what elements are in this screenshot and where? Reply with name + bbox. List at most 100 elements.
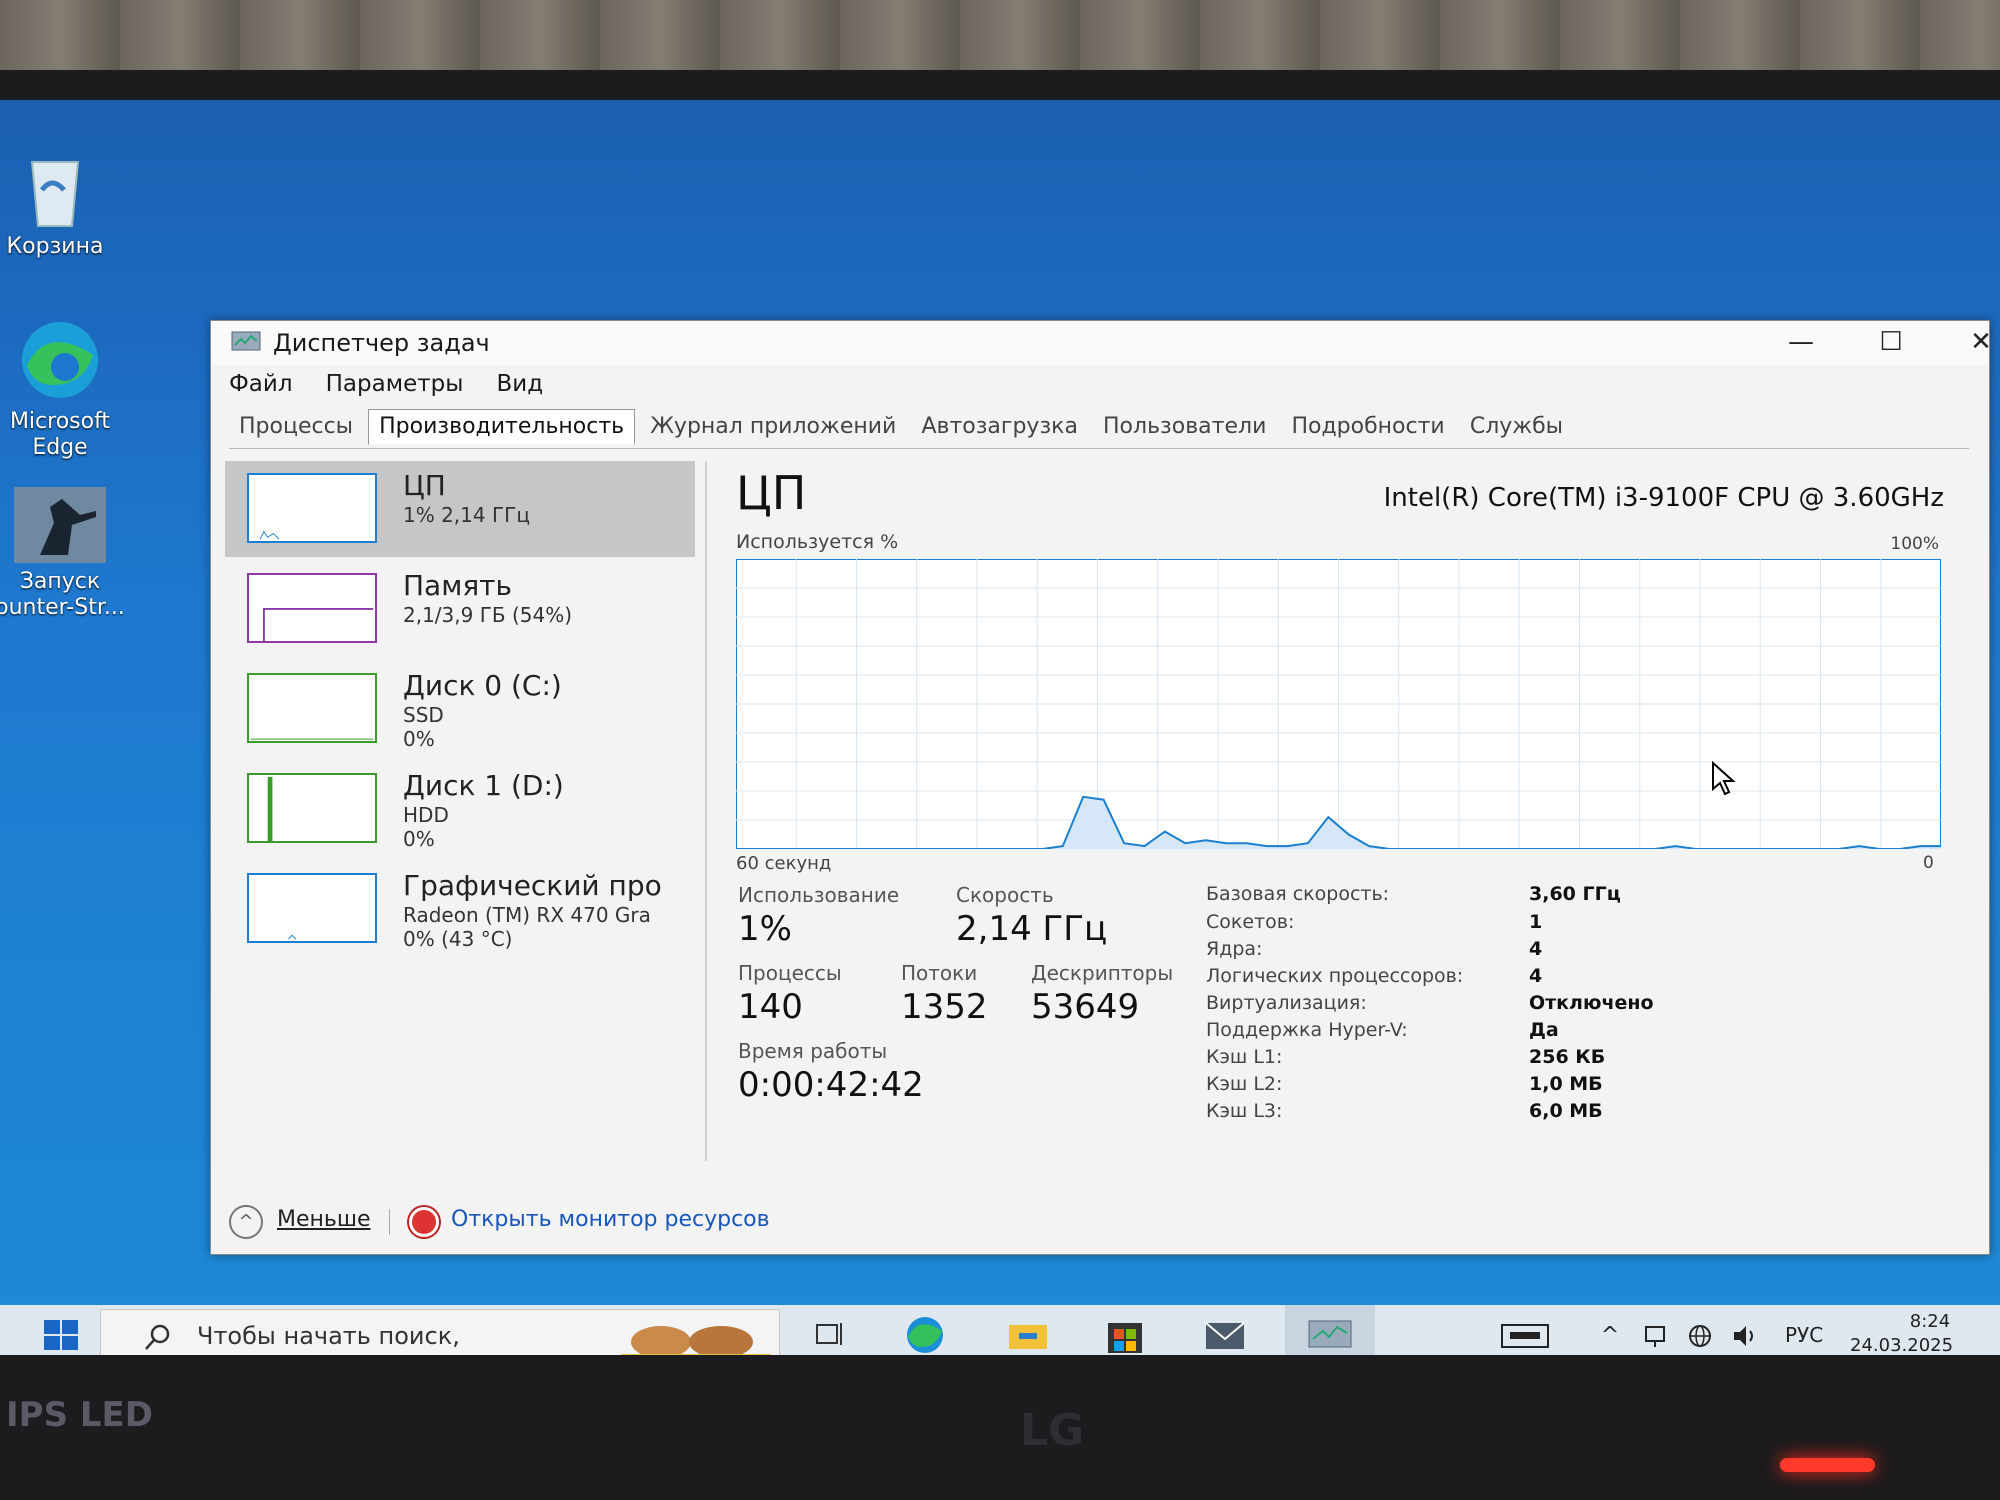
desktop-icon-counter-strike[interactable]: Запуск ounter-Str... — [0, 485, 125, 621]
mail-icon[interactable] — [1200, 1313, 1250, 1355]
speed-value: 2,14 ГГц — [956, 909, 1108, 949]
resource-detail: 0% — [403, 827, 435, 851]
tab-details[interactable]: Подробности — [1281, 410, 1454, 446]
graph-y-label: Используется % — [736, 531, 899, 553]
title-bar[interactable]: Диспетчер задач — ☐ ✕ — [211, 321, 1992, 365]
mouse-cursor-icon — [1712, 761, 1736, 796]
resource-detail: 0% (43 °C) — [403, 927, 513, 951]
keyboard-icon[interactable] — [1500, 1323, 1550, 1349]
detail-value: 1 — [1529, 911, 1543, 933]
detail-key: Кэш L3: — [1206, 1100, 1283, 1122]
tab-services[interactable]: Службы — [1460, 410, 1573, 446]
gpu-thumbnail-graph — [247, 873, 377, 943]
resource-item-disk1[interactable]: Диск 1 (D:) HDD 0% — [225, 761, 695, 857]
menu-bar: Файл Параметры Вид — [229, 371, 571, 403]
desktop-icon-label: Корзина — [6, 234, 104, 259]
search-icon — [145, 1324, 170, 1350]
desktop: Корзина Microsoft Edge Запуск ounter-Str… — [0, 100, 2000, 1355]
task-manager-icon — [231, 331, 261, 351]
fewer-details-button[interactable]: Меньше — [277, 1207, 371, 1232]
cpu-usage-graph — [736, 559, 1941, 849]
task-view-icon[interactable] — [805, 1313, 855, 1355]
resource-item-gpu[interactable]: Графический про Radeon (TM) RX 470 Gra 0… — [225, 861, 695, 957]
resource-detail: 0% — [403, 727, 435, 751]
detail-key: Кэш L1: — [1206, 1046, 1283, 1068]
detail-value: 1,0 МБ — [1529, 1073, 1603, 1095]
clock-time[interactable]: 8:24 — [1870, 1311, 1990, 1332]
graph-time-label: 60 секунд — [736, 853, 832, 874]
disk1-thumbnail-graph — [247, 773, 377, 843]
menu-file[interactable]: Файл — [229, 371, 293, 397]
resource-name: Диск 0 (C:) — [403, 669, 562, 702]
recycle-bin-icon — [30, 161, 80, 227]
list-divider[interactable] — [705, 461, 707, 1161]
edge-browser-icon[interactable] — [900, 1313, 950, 1355]
globe-icon[interactable] — [1685, 1323, 1715, 1349]
chevron-up-icon[interactable]: ^ — [229, 1205, 263, 1239]
taskbar-search-box[interactable]: Чтобы начать поиск, — [100, 1309, 780, 1355]
resource-name: ЦП — [403, 469, 446, 502]
resource-type: SSD — [403, 703, 444, 727]
open-resource-monitor-link[interactable]: Открыть монитор ресурсов — [451, 1207, 770, 1232]
resource-monitor-icon[interactable] — [409, 1207, 439, 1237]
threads-label: Потоки — [901, 961, 978, 985]
window-title: Диспетчер задач — [273, 329, 490, 357]
memory-thumbnail-graph — [247, 573, 377, 643]
windows-start-icon[interactable] — [40, 1317, 84, 1353]
tab-startup[interactable]: Автозагрузка — [911, 410, 1087, 446]
chevron-up-icon[interactable]: ^ — [1595, 1323, 1625, 1349]
threads-value: 1352 — [901, 987, 988, 1027]
task-manager-window: Диспетчер задач — ☐ ✕ Файл Параметры Вид… — [210, 320, 1992, 1255]
monitor-label: IPS LED — [6, 1395, 154, 1435]
detail-value: 3,60 ГГц — [1529, 883, 1621, 905]
detail-value: 4 — [1529, 965, 1543, 987]
performance-resource-list: ЦП 1% 2,14 ГГц Память 2,1/3,9 ГБ (54%) Д… — [225, 461, 695, 1191]
resource-item-disk0[interactable]: Диск 0 (C:) SSD 0% — [225, 661, 695, 757]
tab-performance[interactable]: Производительность — [368, 409, 636, 445]
system-tray: ^ РУС 8:24 24.03.2025 — [1480, 1311, 2000, 1355]
detail-key: Кэш L2: — [1206, 1073, 1283, 1095]
tab-processes[interactable]: Процессы — [229, 410, 363, 446]
detail-key: Логических процессоров: — [1206, 965, 1464, 987]
task-manager-taskbar-button[interactable] — [1285, 1305, 1375, 1355]
tab-users[interactable]: Пользователи — [1093, 410, 1276, 446]
cpu-model: Intel(R) Core(TM) i3-9100F CPU @ 3.60GHz — [1383, 483, 1944, 513]
taskbar: Чтобы начать поиск, ^ РУС 8:24 24.03.202… — [0, 1305, 2000, 1355]
desktop-icon-edge[interactable]: Microsoft Edge — [0, 315, 125, 461]
microsoft-store-icon[interactable] — [1100, 1313, 1150, 1355]
minimize-button[interactable]: — — [1771, 327, 1831, 361]
resource-type: Radeon (TM) RX 470 Gra — [403, 903, 651, 927]
cpu-thumbnail-graph — [247, 473, 377, 543]
resource-item-memory[interactable]: Память 2,1/3,9 ГБ (54%) — [225, 561, 695, 657]
graph-grid — [736, 559, 1941, 849]
file-explorer-icon[interactable] — [1003, 1313, 1053, 1355]
speaker-volume-icon[interactable] — [1730, 1323, 1760, 1349]
uptime-value: 0:00:42:42 — [738, 1065, 924, 1105]
usage-label: Использование — [738, 883, 900, 907]
window-footer: ^ Меньше Открыть монитор ресурсов — [229, 1201, 1029, 1241]
resource-item-cpu[interactable]: ЦП 1% 2,14 ГГц — [225, 461, 695, 557]
processes-value: 140 — [738, 987, 803, 1027]
search-placeholder: Чтобы начать поиск, — [197, 1322, 460, 1350]
network-device-icon[interactable] — [1640, 1323, 1670, 1349]
detail-key: Виртуализация: — [1206, 992, 1367, 1014]
tab-app-history[interactable]: Журнал приложений — [640, 410, 906, 446]
handles-value: 53649 — [1031, 987, 1140, 1027]
usage-value: 1% — [738, 909, 792, 949]
close-button[interactable]: ✕ — [1951, 327, 2000, 361]
maximize-button[interactable]: ☐ — [1861, 327, 1921, 361]
clock-date[interactable]: 24.03.2025 — [1850, 1335, 1953, 1355]
desktop-icon-recycle-bin[interactable]: Корзина — [0, 150, 120, 260]
menu-options[interactable]: Параметры — [326, 371, 464, 397]
handles-label: Дескрипторы — [1031, 961, 1174, 985]
input-language-indicator[interactable]: РУС — [1785, 1323, 1823, 1347]
edge-icon — [22, 322, 98, 398]
uptime-label: Время работы — [738, 1039, 888, 1063]
tab-bar: Процессы Производительность Журнал прило… — [229, 409, 1969, 449]
detail-key: Ядра: — [1206, 938, 1263, 960]
detail-value: Да — [1529, 1019, 1559, 1041]
monitor-brand-logo: LG — [1020, 1405, 1085, 1456]
menu-view[interactable]: Вид — [496, 371, 543, 397]
desktop-icon-label-2: ounter-Str... — [0, 595, 125, 620]
resource-type: HDD — [403, 803, 449, 827]
